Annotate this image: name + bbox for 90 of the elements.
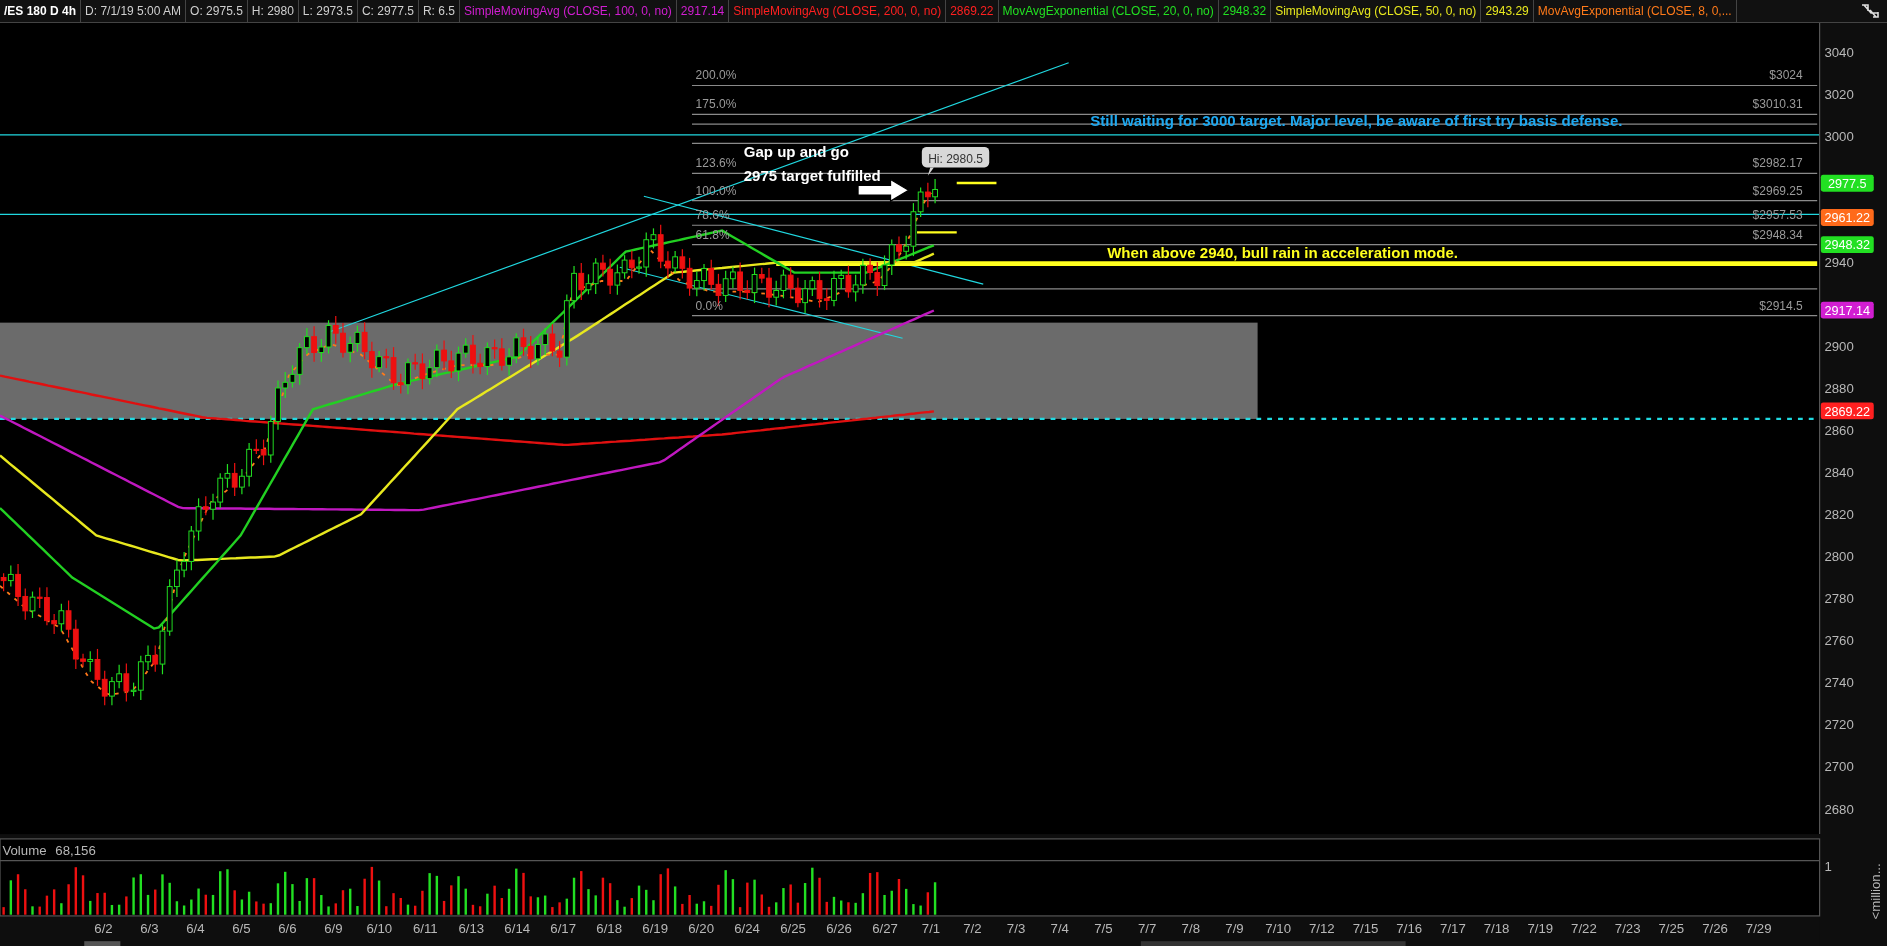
fib-price-label: $2982.17 (1752, 156, 1803, 171)
date-axis-label: 7/7 (1137, 920, 1157, 936)
fib-price-label: $2969.25 (1752, 183, 1803, 198)
price-axis-label: 2860 (1824, 423, 1854, 439)
date-axis-label: 7/8 (1181, 920, 1200, 936)
date-axis-label: 7/1 (921, 920, 941, 936)
price-axis-label: 2940 (1824, 254, 1854, 270)
price-info-label: O: 2975.5 (186, 0, 248, 22)
date-axis-label: 7/5 (1094, 920, 1113, 936)
price-axis-label: 3040 (1824, 44, 1854, 60)
date-axis-label: 6/20 (688, 920, 714, 936)
date-axis-label: 6/14 (504, 920, 531, 936)
volume-value: 68,156 (55, 842, 96, 858)
date-axis-label: 6/9 (324, 920, 343, 936)
date-axis-label: 7/9 (1225, 920, 1244, 936)
date-axis-label: 7/23 (1614, 920, 1641, 936)
price-axis-label: 3020 (1824, 86, 1854, 102)
study-value: 2948.32 (1218, 0, 1272, 22)
price-axis-label: 2800 (1824, 549, 1854, 565)
date-axis-label: 7/26 (1702, 920, 1728, 936)
price-axis-label: 2700 (1824, 759, 1854, 775)
date-axis-label: 6/3 (140, 920, 159, 936)
study-label: MovAvgExponential (CLOSE, 20, 0, no) (998, 0, 1219, 22)
price-badge: 2961.22 (1820, 209, 1874, 226)
date-axis-label: 6/27 (872, 920, 898, 936)
price-axis-label: 2780 (1824, 591, 1854, 607)
date-axis-label: 6/25 (780, 920, 806, 936)
date-axis-label: 6/11 (412, 920, 438, 936)
fib-price-label: $2914.5 (1759, 298, 1803, 313)
date-axis-label: 6/24 (734, 920, 760, 936)
price-axis-label: 2760 (1824, 633, 1854, 649)
study-label: SimpleMovingAvg (CLOSE, 100, 0, no) (459, 0, 677, 22)
date-axis-label: 6/2 (94, 920, 113, 936)
price-axis-label: 2680 (1824, 801, 1854, 817)
date-axis-label: 6/4 (186, 920, 205, 936)
date-axis-label: 6/26 (826, 920, 852, 936)
chart-annotation: When above 2940, bull rain in acceleration mode. (1107, 243, 1458, 261)
date-axis-label: 7/25 (1658, 920, 1685, 936)
symbol-label: /ES 180 D 4h (0, 0, 82, 22)
price-info-label: C: 2977.5 (357, 0, 419, 22)
date-axis-label: 6/18 (596, 920, 623, 936)
price-axis-label: 2820 (1824, 507, 1854, 523)
study-label: SimpleMovingAvg (CLOSE, 50, 0, no) (1271, 0, 1482, 22)
fib-price-label: $3024 (1769, 68, 1803, 83)
price-axis-label: 2740 (1824, 675, 1854, 691)
price-axis-label: 2840 (1824, 465, 1854, 481)
price-axis-label: 3000 (1824, 128, 1854, 144)
date-axis-label: 7/3 (1006, 920, 1026, 936)
date-axis-label: 7/15 (1352, 920, 1379, 936)
fib-price-label: $2948.34 (1752, 227, 1803, 242)
price-axis-label: 2880 (1824, 381, 1854, 397)
date-axis-label: 7/17 (1440, 920, 1466, 936)
fib-price-label: $3010.31 (1752, 97, 1803, 112)
study-label: MovAvgExponential (CLOSE, 8, 0,... (1533, 0, 1737, 22)
date-axis-label: 6/5 (232, 920, 251, 936)
date-axis-label: 6/13 (458, 920, 485, 936)
price-badge: 2948.32 (1820, 236, 1874, 254)
date-axis-label: 7/22 (1571, 920, 1597, 936)
price-info-label: D: 7/1/19 5:00 AM (81, 0, 187, 22)
date-axis-label: 7/18 (1483, 920, 1510, 936)
date-axis-label: 7/2 (963, 920, 982, 936)
date-axis-label: 6/10 (366, 920, 393, 936)
fib-percent-label: 200.0% (695, 68, 737, 83)
date-axis-label: 7/16 (1396, 920, 1423, 936)
fib-percent-label: 175.0% (695, 97, 737, 112)
date-axis-label: 7/19 (1527, 920, 1554, 936)
date-axis-label: 6/19 (642, 920, 668, 936)
date-axis-label: 7/10 (1265, 920, 1292, 936)
price-info-label: H: 2980 (247, 0, 299, 22)
study-label: SimpleMovingAvg (CLOSE, 200, 0, no) (729, 0, 947, 22)
volume-label: Volume (2, 842, 47, 858)
study-value: 2943.29 (1481, 0, 1534, 22)
chart-annotation: Still waiting for 3000 target. Major level, be aware of first try basis defense. (1090, 112, 1623, 130)
price-badge: 2869.22 (1820, 402, 1874, 420)
fib-percent-label: 123.6% (695, 156, 737, 171)
chart-annotation: Gap up and go (743, 142, 849, 160)
price-axis-label: 2900 (1824, 339, 1854, 354)
date-axis-label: 6/6 (278, 920, 297, 936)
price-info-label: L: 2973.5 (298, 0, 358, 22)
study-value: 2917.14 (676, 0, 730, 22)
date-axis-label: 6/17 (550, 920, 577, 936)
date-axis-label: 7/29 (1745, 920, 1772, 936)
volume-unit-label: <million... (1867, 863, 1883, 920)
study-value: 2869.22 (946, 0, 999, 22)
price-axis-label: 2720 (1824, 717, 1854, 733)
volume-axis-label: 1 (1824, 859, 1832, 875)
fib-percent-label: 0.0% (695, 298, 723, 313)
date-axis-label: 7/4 (1050, 920, 1069, 936)
price-info-label: R: 6.5 (418, 0, 460, 22)
date-axis-label: 7/12 (1309, 920, 1335, 936)
